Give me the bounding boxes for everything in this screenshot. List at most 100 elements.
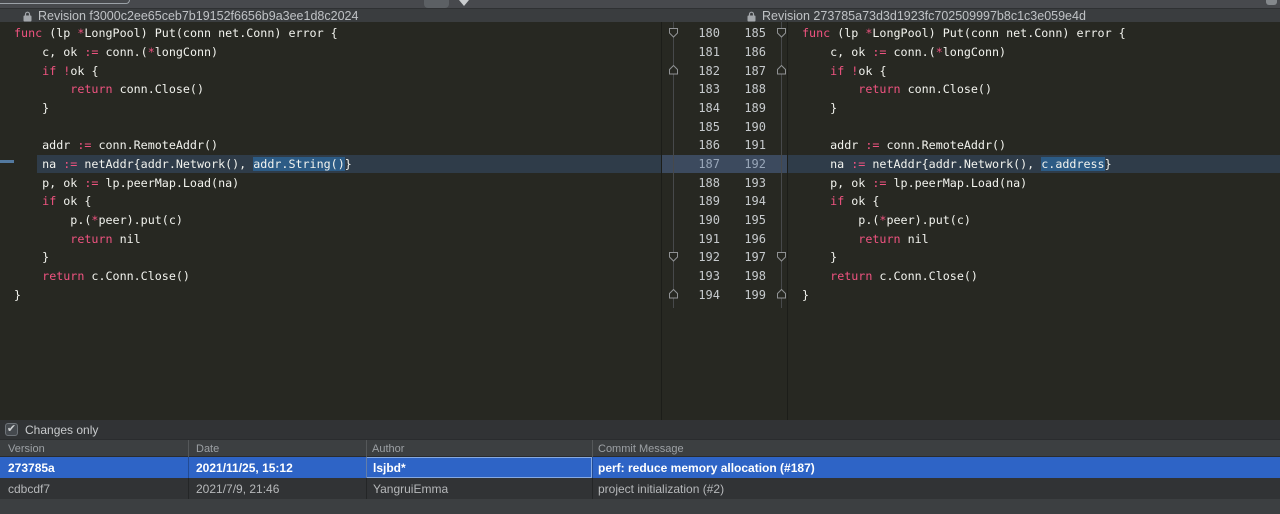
code-line[interactable]: } (788, 248, 1280, 267)
focused-cell-ring (366, 457, 592, 478)
revision-header-bar: Revision f3000c2ee65ceb7b19152f6656b9a3e… (0, 8, 1280, 22)
code-line[interactable]: return nil (0, 229, 661, 248)
code-token: } (1105, 157, 1112, 171)
code-line[interactable]: if ok { (0, 192, 661, 211)
left-revision-label: Revision f3000c2ee65ceb7b19152f6656b9a3e… (38, 9, 358, 23)
code-line[interactable]: p.(*peer).put(c) (0, 211, 661, 230)
code-line[interactable] (788, 117, 1280, 136)
code-line[interactable]: return c.Conn.Close() (788, 267, 1280, 286)
code-text: } (788, 250, 837, 264)
code-line[interactable]: return conn.Close() (788, 80, 1280, 99)
code-token: addr (14, 138, 77, 152)
code-token: addr (802, 138, 865, 152)
code-line[interactable]: return conn.Close() (0, 80, 661, 99)
line-number-left: 181 (686, 43, 720, 62)
column-header-message[interactable]: Commit Message (598, 440, 684, 458)
cell-version: 273785a (8, 457, 188, 478)
line-number-left: 193 (686, 267, 720, 286)
code-token (14, 269, 42, 283)
code-line[interactable]: if ok { (788, 192, 1280, 211)
code-line[interactable]: } (788, 285, 1280, 304)
keyword-token: * (936, 45, 943, 59)
code-line[interactable]: p, ok := lp.peerMap.Load(na) (788, 173, 1280, 192)
cell-message: project initialization (#2) (598, 478, 1280, 499)
column-divider (592, 440, 593, 458)
code-line[interactable]: c, ok := conn.(*longConn) (788, 43, 1280, 62)
code-line[interactable]: addr := conn.RemoteAddr() (0, 136, 661, 155)
column-header-date[interactable]: Date (196, 440, 219, 458)
code-line[interactable]: addr := conn.RemoteAddr() (788, 136, 1280, 155)
code-line[interactable] (0, 117, 661, 136)
fold-marker-icon[interactable] (668, 28, 679, 38)
right-revision-label: Revision 273785a73d3d1923fc702509997b8c1… (762, 9, 1086, 23)
line-number-right: 188 (732, 80, 766, 99)
code-token: c, ok (802, 45, 872, 59)
fold-marker-icon[interactable] (776, 65, 787, 75)
changed-word-highlight: addr.String() (253, 157, 344, 171)
changes-only-checkbox[interactable]: ✔ (5, 423, 18, 436)
column-divider (366, 457, 367, 499)
column-header-author[interactable]: Author (372, 440, 404, 458)
code-token (802, 64, 830, 78)
line-number-left: 180 (686, 24, 720, 43)
fold-marker-icon[interactable] (776, 289, 787, 299)
code-line[interactable]: if !ok { (788, 61, 1280, 80)
keyword-token: := (851, 157, 865, 171)
code-line[interactable]: } (0, 285, 661, 304)
code-line[interactable]: func (lp *LongPool) Put(conn net.Conn) e… (788, 24, 1280, 43)
changed-word-highlight: c.address (1041, 157, 1104, 171)
line-number-left: 184 (686, 99, 720, 118)
code-line[interactable]: p.(*peer).put(c) (788, 211, 1280, 230)
keyword-token: return (70, 82, 112, 96)
code-text: } (788, 288, 809, 302)
keyword-token: return (70, 232, 112, 246)
code-text: if !ok { (788, 64, 886, 78)
code-token: ok { (844, 194, 879, 208)
code-text: return c.Conn.Close() (788, 269, 978, 283)
code-line[interactable]: c, ok := conn.(*longConn) (0, 43, 661, 62)
diff-area: func (lp *LongPool) Put(conn net.Conn) e… (0, 22, 1280, 420)
keyword-token: return (42, 269, 84, 283)
changes-only-label[interactable]: Changes only (25, 423, 98, 437)
code-text: func (lp *LongPool) Put(conn net.Conn) e… (788, 26, 1126, 40)
code-token: conn.RemoteAddr() (879, 138, 1006, 152)
gutter-line-numbers: 187192 (662, 155, 787, 174)
table-row-selected[interactable]: 273785a2021/11/25, 15:12lsjbd*perf: redu… (0, 457, 1280, 478)
code-line[interactable]: } (0, 248, 661, 267)
column-header-version[interactable]: Version (8, 440, 45, 458)
line-number-right: 192 (732, 155, 766, 174)
gutter-line-numbers: 189194 (662, 192, 787, 211)
line-number-right: 190 (732, 117, 766, 136)
changes-only-row: ✔ Changes only (0, 420, 1280, 439)
code-line[interactable]: na := netAddr{addr.Network(), c.address} (788, 155, 1280, 174)
code-token: netAddr{addr.Network(), (77, 157, 253, 171)
code-line[interactable]: func (lp *LongPool) Put(conn net.Conn) e… (0, 24, 661, 43)
code-line[interactable]: return nil (788, 229, 1280, 248)
code-token: } (14, 101, 49, 115)
table-header: Version Date Author Commit Message (0, 439, 1280, 457)
code-token (802, 232, 858, 246)
right-editor[interactable]: func (lp *LongPool) Put(conn net.Conn) e… (787, 22, 1280, 420)
code-line[interactable]: return c.Conn.Close() (0, 267, 661, 286)
code-token: c, ok (14, 45, 84, 59)
code-line[interactable]: if !ok { (0, 61, 661, 80)
code-token (14, 232, 70, 246)
left-editor[interactable]: func (lp *LongPool) Put(conn net.Conn) e… (0, 22, 662, 420)
line-number-gutter: 1801851811861821871831881841891851901861… (662, 22, 787, 420)
code-line[interactable]: } (0, 99, 661, 118)
fold-marker-icon[interactable] (668, 65, 679, 75)
gutter-line-numbers: 185190 (662, 117, 787, 136)
fold-marker-icon[interactable] (776, 28, 787, 38)
table-row[interactable]: cdbcdf72021/7/9, 21:46YangruiEmmaproject… (0, 478, 1280, 499)
fold-marker-icon[interactable] (668, 252, 679, 262)
code-text: c, ok := conn.(*longConn) (0, 45, 218, 59)
code-token: ok { (858, 64, 886, 78)
fold-marker-icon[interactable] (776, 252, 787, 262)
fold-marker-icon[interactable] (668, 289, 679, 299)
keyword-token: if (830, 194, 844, 208)
code-line[interactable]: p, ok := lp.peerMap.Load(na) (0, 173, 661, 192)
filter-icon (459, 0, 469, 6)
code-line[interactable]: na := netAddr{addr.Network(), addr.Strin… (0, 155, 661, 174)
keyword-token: func (14, 26, 42, 40)
code-line[interactable]: } (788, 99, 1280, 118)
